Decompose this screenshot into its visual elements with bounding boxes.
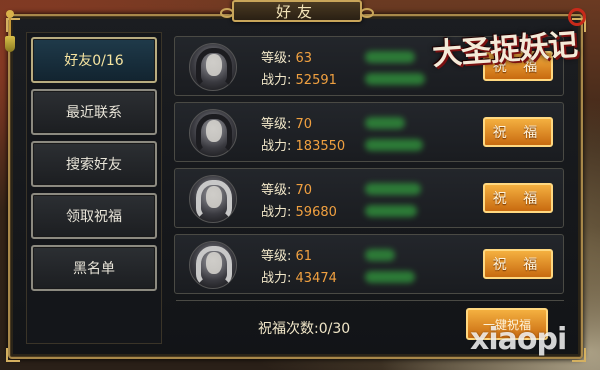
level-line: 等级: 70 <box>261 113 312 132</box>
avatar[interactable] <box>189 43 237 91</box>
level-line: 等级: 63 <box>261 47 312 66</box>
bless-count-label: 祝福次数: <box>258 321 319 337</box>
tassel-ornament-icon <box>4 10 16 54</box>
power-value: 43474 <box>295 271 337 286</box>
level-value: 70 <box>295 183 313 198</box>
blurred-name <box>365 51 415 63</box>
sidebar-item-blacklist[interactable]: 黑名单 <box>31 245 157 291</box>
level-value: 63 <box>295 51 313 66</box>
blurred-guild <box>365 139 423 151</box>
power-label: 战力: <box>261 139 292 154</box>
bless-button[interactable]: 祝 福 <box>483 117 553 147</box>
friend-row: 等级: 70 战力: 183550 祝 福 <box>174 102 564 162</box>
sidebar-item-label: 黑名单 <box>73 261 115 277</box>
avatar[interactable] <box>189 109 237 157</box>
sidebar-item-search-friends[interactable]: 搜索好友 <box>31 141 157 187</box>
panel-title: 好友 <box>220 0 374 22</box>
level-label: 等级: <box>261 183 292 198</box>
power-line: 战力: 183550 <box>261 135 345 154</box>
divider <box>176 300 564 301</box>
blurred-guild <box>365 73 425 85</box>
power-label: 战力: <box>261 271 292 286</box>
bless-count-value: 0/30 <box>318 321 351 337</box>
friend-row: 等级: 61 战力: 43474 祝 福 <box>174 234 564 294</box>
power-label: 战力: <box>261 73 292 88</box>
bless-count: 祝福次数:0/30 <box>258 318 350 338</box>
level-value: 61 <box>295 249 313 264</box>
level-line: 等级: 70 <box>261 179 312 198</box>
blurred-guild <box>365 271 415 283</box>
level-line: 等级: 61 <box>261 245 312 264</box>
blurred-name <box>365 183 421 195</box>
sidebar-item-label: 领取祝福 <box>66 209 122 225</box>
level-label: 等级: <box>261 117 292 132</box>
blurred-name <box>365 249 395 261</box>
sidebar-item-recent-contacts[interactable]: 最近联系 <box>31 89 157 135</box>
friend-row: 等级: 70 战力: 59680 祝 福 <box>174 168 564 228</box>
sidebar-item-label: 搜索好友 <box>66 157 122 173</box>
power-value: 52591 <box>295 73 337 88</box>
sidebar-item-label: 好友0/16 <box>64 53 124 69</box>
power-value: 59680 <box>295 205 337 220</box>
power-line: 战力: 52591 <box>261 69 337 88</box>
bless-button[interactable]: 祝 福 <box>483 183 553 213</box>
power-label: 战力: <box>261 205 292 220</box>
sidebar-item-friends[interactable]: 好友0/16 <box>31 37 157 83</box>
level-value: 70 <box>295 117 313 132</box>
level-label: 等级: <box>261 51 292 66</box>
frame-corner-ornament <box>6 348 20 362</box>
site-watermark: xiaopi <box>470 322 567 357</box>
sidebar: 好友0/16 最近联系 搜索好友 领取祝福 黑名单 <box>26 32 162 344</box>
power-value: 183550 <box>295 139 346 154</box>
logo-swirl-icon <box>568 8 586 26</box>
sidebar-item-label: 最近联系 <box>66 105 122 121</box>
avatar[interactable] <box>189 241 237 289</box>
blurred-guild <box>365 205 417 217</box>
level-label: 等级: <box>261 249 292 264</box>
sidebar-item-receive-blessings[interactable]: 领取祝福 <box>31 193 157 239</box>
power-line: 战力: 59680 <box>261 201 337 220</box>
avatar[interactable] <box>189 175 237 223</box>
blurred-name <box>365 117 405 129</box>
bless-button[interactable]: 祝 福 <box>483 249 553 279</box>
power-line: 战力: 43474 <box>261 267 337 286</box>
